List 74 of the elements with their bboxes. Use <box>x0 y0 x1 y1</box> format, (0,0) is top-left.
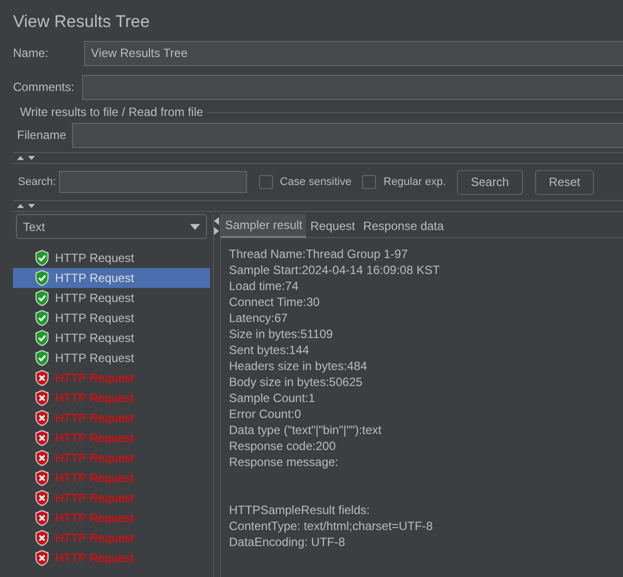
detail-line: DataEncoding: UTF-8 <box>229 534 346 550</box>
tree-item[interactable]: HTTP Request <box>13 508 210 528</box>
tree-item[interactable]: HTTP Request <box>13 428 210 448</box>
detail-line: Size in bytes:51109 <box>229 326 334 342</box>
tree-item[interactable]: HTTP Request <box>13 268 210 288</box>
tree-item[interactable]: HTTP Request <box>13 328 210 348</box>
shield-cross-icon <box>35 390 49 406</box>
tree-item[interactable]: HTTP Request <box>13 528 210 548</box>
shield-check-icon <box>35 350 49 366</box>
detail-line: Thread Name:Thread Group 1-97 <box>229 246 409 262</box>
detail-line: ContentType: text/html;charset=UTF-8 <box>229 518 434 534</box>
comments-field[interactable] <box>82 74 623 100</box>
shield-cross-icon <box>35 370 49 386</box>
checkbox[interactable] <box>258 175 273 189</box>
shield-check-icon <box>35 310 49 326</box>
panel-title: View Results Tree <box>13 11 151 33</box>
search-button[interactable]: Search <box>456 170 523 194</box>
tab[interactable]: Sampler result <box>221 214 306 238</box>
shield-cross-icon <box>35 550 49 566</box>
shield-cross-icon <box>35 530 49 546</box>
detail-line: Error Count:0 <box>229 406 302 422</box>
tab[interactable]: Request <box>306 214 360 238</box>
shield-cross-icon <box>35 410 49 426</box>
field-label: Filename <box>17 127 68 144</box>
group-legend: Write results to file / Read from file <box>20 103 204 121</box>
splitter-arrows-icon[interactable] <box>15 154 37 162</box>
tree-item[interactable]: HTTP Request <box>13 448 210 468</box>
shield-check-icon <box>35 330 49 346</box>
shield-cross-icon <box>35 450 49 466</box>
search-label: Search: <box>18 174 56 190</box>
checkbox-label: Regular exp. <box>383 174 446 190</box>
tree-item[interactable]: HTTP Request <box>13 248 210 268</box>
detail-line: Connect Time:30 <box>229 294 321 310</box>
search-field[interactable] <box>58 171 247 193</box>
field-label: Comments: <box>13 79 76 96</box>
detail-line: Sent bytes:144 <box>229 342 310 358</box>
detail-line: Latency:67 <box>229 310 289 326</box>
detail-line: HTTPSampleResult fields: <box>229 502 371 518</box>
left-arrow-icon <box>214 217 220 225</box>
tree-item[interactable]: HTTP Request <box>13 288 210 308</box>
checkbox[interactable] <box>362 175 376 189</box>
shield-cross-icon <box>35 490 49 506</box>
tree-item[interactable]: HTTP Request <box>13 348 210 368</box>
reset-button[interactable]: Reset <box>534 170 594 194</box>
detail-line: Response message: <box>229 454 340 470</box>
tree-item[interactable]: HTTP Request <box>13 548 210 568</box>
renderer-dropdown[interactable]: Text <box>16 214 207 239</box>
tree-item[interactable]: HTTP Request <box>13 488 210 508</box>
name-field[interactable]: View Results Tree <box>84 40 623 66</box>
shield-cross-icon <box>35 510 49 526</box>
shield-check-icon <box>35 250 49 266</box>
tab[interactable]: Response data <box>359 214 448 238</box>
detail-line: Load time:74 <box>229 278 300 294</box>
filename-field[interactable] <box>72 122 623 148</box>
right-arrow-icon <box>214 227 220 235</box>
tree-item[interactable]: HTTP Request <box>13 468 210 488</box>
shield-check-icon <box>35 290 49 306</box>
detail-line: Body size in bytes:50625 <box>229 374 364 390</box>
detail-line: Data type ("text"|"bin"|""):text <box>229 422 383 438</box>
detail-line: Sample Start:2024-04-14 16:09:08 KST <box>229 262 441 278</box>
field-label: Name: <box>13 45 50 62</box>
detail-line: Response code:200 <box>229 438 337 454</box>
shield-cross-icon <box>35 470 49 486</box>
detail-line: Headers size in bytes:484 <box>229 358 368 374</box>
detail-line: Sample Count:1 <box>229 390 316 406</box>
checkbox-label: Case sensitive <box>280 174 352 190</box>
tree-item[interactable]: HTTP Request <box>13 388 210 408</box>
tree-item[interactable]: HTTP Request <box>13 368 210 388</box>
tree-item[interactable]: HTTP Request <box>13 308 210 328</box>
tree-item[interactable]: HTTP Request <box>13 408 210 428</box>
splitter-arrows-icon[interactable] <box>15 202 37 210</box>
shield-cross-icon <box>35 430 49 446</box>
shield-check-icon <box>35 270 49 286</box>
caret-icon <box>190 224 200 230</box>
